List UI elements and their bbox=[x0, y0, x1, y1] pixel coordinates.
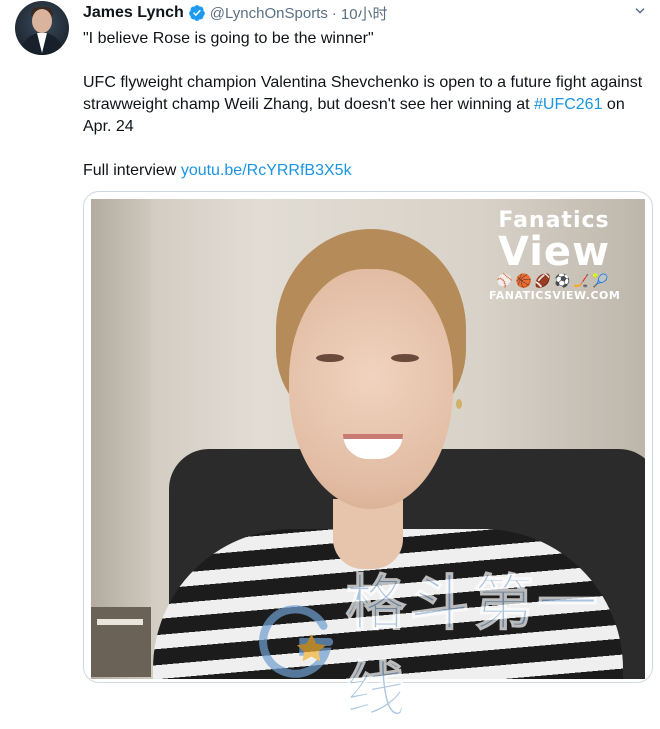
tweet-body: UFC flyweight champion Valentina Shevche… bbox=[83, 72, 643, 138]
verified-badge-icon bbox=[188, 5, 205, 21]
watermark-text: 格斗第一线 bbox=[345, 569, 602, 727]
background-shelf bbox=[91, 607, 151, 677]
author-name[interactable]: James Lynch bbox=[83, 4, 184, 22]
avatar-head bbox=[32, 9, 52, 33]
face bbox=[289, 269, 453, 509]
tweet-header: James Lynch @LynchOnSports · 10小时 bbox=[83, 2, 388, 24]
watermark-logo-icon bbox=[259, 605, 334, 678]
avatar[interactable] bbox=[15, 1, 69, 55]
interview-link[interactable]: youtu.be/RcYRRfB3X5k bbox=[181, 162, 352, 179]
tweet-interview-line: Full interview youtu.be/RcYRRfB3X5k bbox=[83, 160, 643, 182]
interview-label: Full interview bbox=[83, 162, 181, 179]
watermark: 格斗第一线 bbox=[255, 555, 660, 729]
fanatics-view-logo: Fanatics View ⚾🏀🏈⚽🏒🎾 FANATICSVIEW.COM bbox=[489, 209, 621, 303]
right-eye bbox=[391, 354, 419, 362]
left-eye bbox=[316, 354, 344, 362]
author-handle[interactable]: @LynchOnSports bbox=[210, 5, 328, 22]
logo-line2: View bbox=[497, 229, 611, 275]
earring bbox=[456, 399, 462, 409]
tweet-text: "I believe Rose is going to be the winne… bbox=[83, 28, 643, 182]
tweet-timestamp[interactable]: 10小时 bbox=[341, 3, 388, 24]
sports-balls-icon: ⚾🏀🏈⚽🏒🎾 bbox=[496, 273, 612, 288]
logo-url: FANATICSVIEW.COM bbox=[489, 289, 621, 302]
tweet-quote: "I believe Rose is going to be the winne… bbox=[83, 30, 374, 47]
chevron-down-icon[interactable] bbox=[631, 2, 649, 20]
hashtag-link[interactable]: #UFC261 bbox=[534, 96, 602, 113]
separator-dot: · bbox=[331, 4, 337, 22]
